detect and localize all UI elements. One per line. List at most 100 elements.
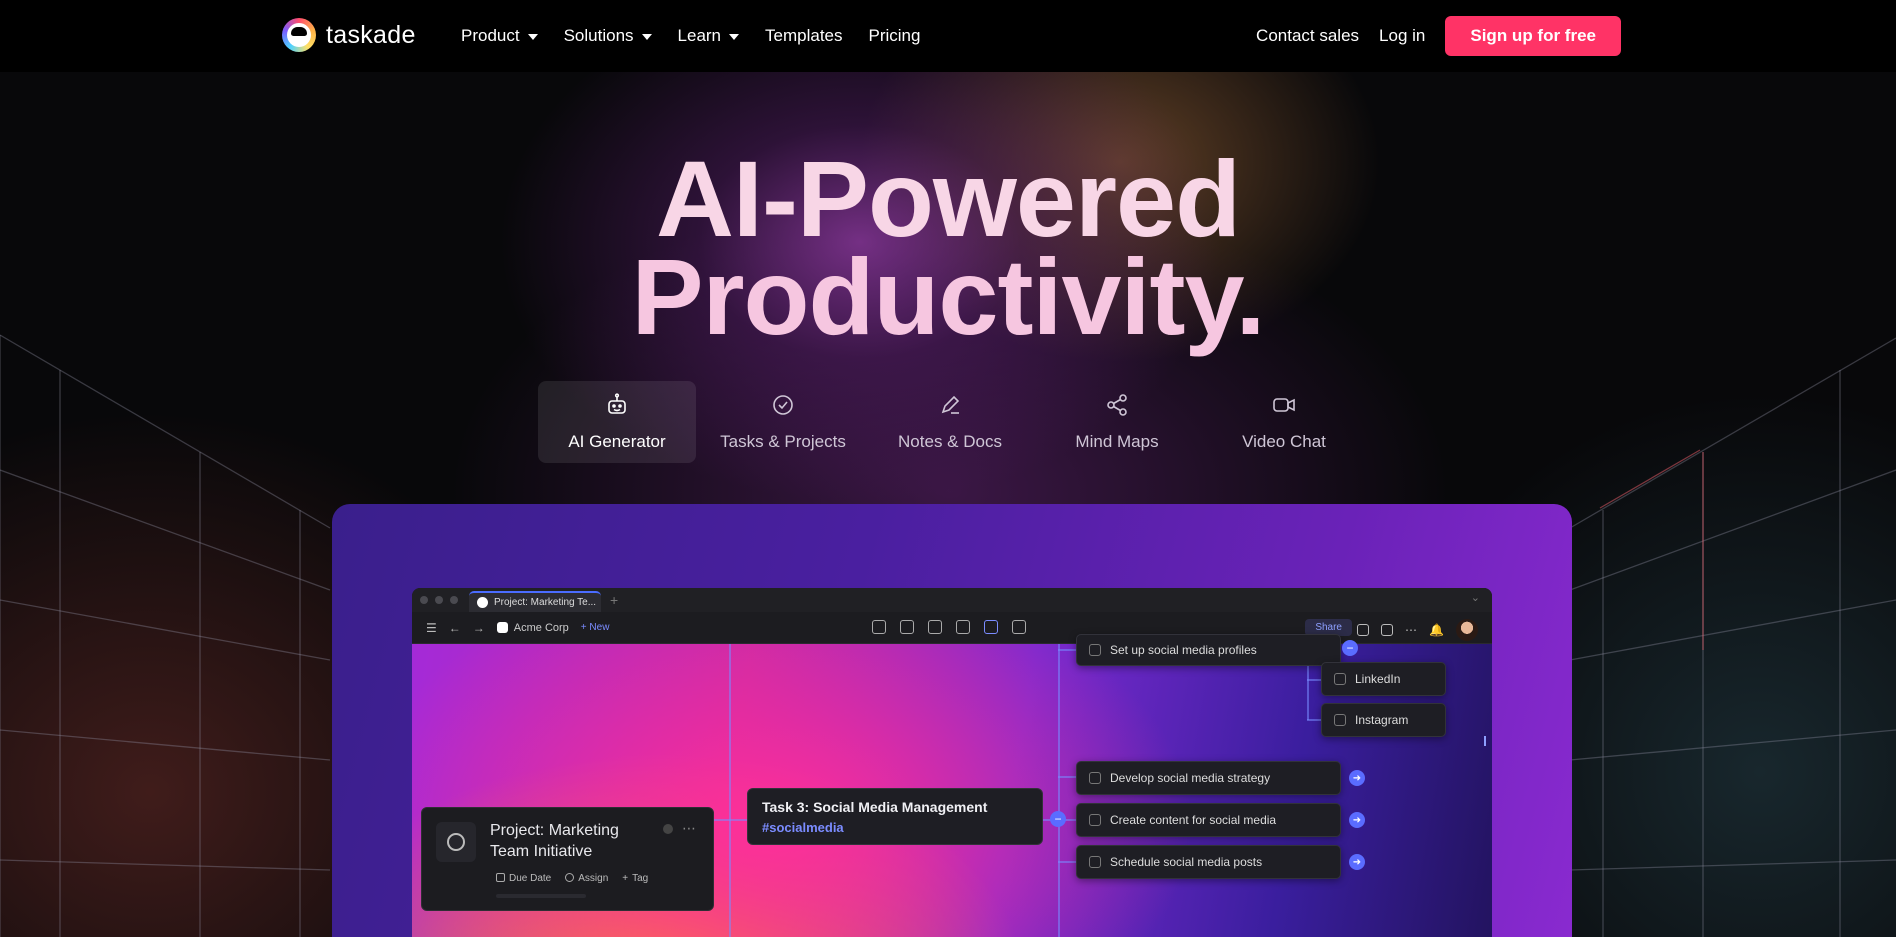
tab-mind-maps[interactable]: Mind Maps (1037, 381, 1197, 463)
nav-templates-label: Templates (765, 26, 843, 45)
collapse-icon[interactable]: − (1342, 640, 1358, 656)
nav-product[interactable]: Product (461, 26, 538, 46)
window-maximize-dot[interactable] (450, 596, 458, 604)
subtask-node[interactable]: Set up social media profiles (1076, 634, 1341, 666)
taskade-mini-icon (477, 597, 488, 608)
more-options-icon[interactable]: ⋯ (682, 820, 697, 837)
top-navbar: taskade Product Solutions Learn Template… (0, 0, 1896, 72)
nav-actions: Contact sales Log in Sign up for free (1256, 16, 1621, 56)
tab-notes-docs[interactable]: Notes & Docs (870, 381, 1030, 463)
workspace-icon (496, 622, 508, 633)
checkbox[interactable] (1334, 714, 1346, 726)
nav-pricing[interactable]: Pricing (869, 26, 921, 46)
subtask-label: Develop social media strategy (1110, 771, 1271, 785)
workspace-breadcrumb[interactable]: Acme Corp (496, 621, 569, 634)
nav-solutions-label: Solutions (563, 26, 634, 45)
toolbar-right-actions: ⋯ 🔔 (1357, 619, 1478, 641)
nav-learn[interactable]: Learn (678, 26, 740, 46)
checkbox[interactable] (1089, 772, 1101, 784)
platform-node-instagram[interactable]: Instagram (1321, 703, 1446, 737)
nav-templates[interactable]: Templates (765, 26, 842, 46)
connector-line (1307, 719, 1321, 721)
table-view-icon[interactable] (928, 620, 942, 634)
assign-action[interactable]: Assign (565, 873, 608, 884)
tab-mind-maps-label: Mind Maps (1075, 432, 1159, 451)
task-card[interactable]: Task 3: Social Media Management #socialm… (747, 788, 1043, 845)
app-window: Project: Marketing Te... + ⌄ ☰ ← → Acme … (412, 588, 1492, 937)
nav-pricing-label: Pricing (868, 26, 921, 45)
checkbox[interactable] (1089, 814, 1101, 826)
logo-text: taskade (326, 20, 416, 49)
assign-label: Assign (578, 873, 609, 884)
checkbox[interactable] (1334, 673, 1346, 685)
connector-line (1307, 679, 1321, 681)
list-view-icon[interactable] (872, 620, 886, 634)
expand-arrow-icon[interactable]: ➜ (1349, 770, 1365, 786)
login-link[interactable]: Log in (1379, 26, 1425, 46)
nav-product-label: Product (461, 26, 520, 45)
forward-arrow-icon[interactable]: → (473, 621, 485, 635)
new-tab-icon[interactable]: + (610, 592, 618, 608)
plus-icon: + (622, 873, 629, 884)
tab-tasks-projects[interactable]: Tasks & Projects (703, 381, 863, 463)
bell-icon[interactable]: 🔔 (1429, 623, 1444, 637)
user-avatar[interactable] (1456, 619, 1478, 641)
scroll-indicator[interactable] (1484, 736, 1486, 746)
chevron-down-icon (729, 34, 740, 40)
platform-node-linkedin[interactable]: LinkedIn (1321, 662, 1446, 696)
signup-button[interactable]: Sign up for free (1445, 16, 1621, 56)
platform-label: LinkedIn (1355, 672, 1401, 686)
checkbox[interactable] (1089, 644, 1101, 656)
window-minimize-dot[interactable] (435, 596, 443, 604)
workspace-name: Acme Corp (513, 621, 569, 634)
user-icon (565, 873, 575, 882)
tab-ai-generator[interactable]: AI Generator (538, 381, 696, 463)
project-meta: Due Date Assign + Tag (496, 873, 648, 884)
calendar-icon (496, 873, 505, 882)
feature-tabs: AI Generator Tasks & Projects Notes & Do… (538, 381, 1371, 463)
hero-headline-line1: AI-Powered (655, 138, 1241, 259)
connector-line (714, 819, 747, 821)
project-card[interactable]: Project: Marketing Team Initiative ⋯ Due… (421, 807, 714, 911)
connector-line (1058, 776, 1076, 778)
mindmap-view-icon[interactable] (984, 620, 998, 634)
taskade-logo[interactable]: taskade (282, 18, 416, 52)
tag-action[interactable]: + Tag (622, 873, 648, 884)
ai-agent-icon[interactable] (1357, 624, 1370, 636)
tab-video-chat-label: Video Chat (1242, 432, 1326, 451)
board-view-icon[interactable] (900, 620, 914, 634)
new-item-link[interactable]: + New (581, 622, 610, 633)
tab-video-chat[interactable]: Video Chat (1204, 381, 1364, 463)
menu-icon[interactable]: ☰ (426, 621, 437, 635)
status-dot (663, 824, 673, 834)
chevron-down-icon (527, 34, 538, 40)
platform-label: Instagram (1355, 713, 1409, 727)
subtask-node[interactable]: Schedule social media posts (1076, 845, 1341, 879)
calendar-view-icon[interactable] (956, 620, 970, 634)
subtask-node[interactable]: Develop social media strategy (1076, 761, 1341, 795)
share-nodes-icon (1107, 394, 1127, 416)
due-date-action[interactable]: Due Date (496, 873, 551, 884)
collapse-icon[interactable]: − (1050, 811, 1066, 827)
task-hashtag[interactable]: #socialmedia (762, 820, 1028, 835)
tab-notes-docs-label: Notes & Docs (898, 432, 1002, 451)
expand-arrow-icon[interactable]: ➜ (1349, 812, 1365, 828)
video-camera-icon (1273, 398, 1295, 412)
tab-ai-generator-label: AI Generator (568, 432, 666, 451)
window-close-dot[interactable] (420, 596, 428, 604)
pencil-icon (941, 395, 960, 414)
subtask-label: Create content for social media (1110, 813, 1277, 827)
nav-solutions[interactable]: Solutions (564, 26, 652, 46)
expand-arrow-icon[interactable]: ➜ (1349, 854, 1365, 870)
filter-icon[interactable] (1381, 624, 1394, 636)
task-title: Task 3: Social Media Management (762, 799, 988, 815)
view-switcher (872, 620, 1026, 634)
contact-sales-link[interactable]: Contact sales (1256, 26, 1359, 46)
subtask-node[interactable]: Create content for social media (1076, 803, 1341, 837)
chevron-down-icon[interactable]: ⌄ (1471, 591, 1480, 604)
org-chart-view-icon[interactable] (1012, 620, 1026, 634)
checkbox[interactable] (1089, 856, 1101, 868)
back-arrow-icon[interactable]: ← (449, 621, 461, 635)
more-options-icon[interactable]: ⋯ (1405, 623, 1417, 637)
window-tab[interactable]: Project: Marketing Te... (469, 591, 601, 612)
